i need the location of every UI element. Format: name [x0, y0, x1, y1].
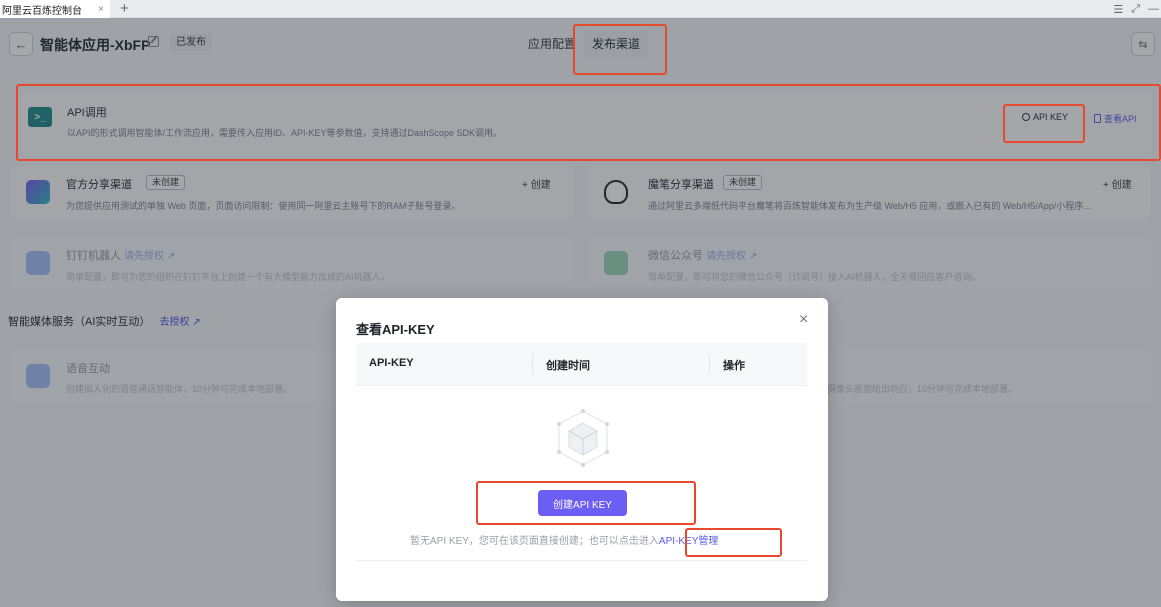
- expand-icon[interactable]: ⤢: [1131, 3, 1140, 16]
- column-header-api-key: API-KEY: [369, 357, 414, 369]
- browser-tab[interactable]: 阿里云百炼控制台 ×: [0, 0, 110, 18]
- tab-close-icon[interactable]: ×: [98, 4, 104, 15]
- modal-divider: [356, 560, 807, 561]
- modal-title: 查看API-KEY: [356, 322, 435, 337]
- empty-box-icon: [557, 409, 609, 467]
- new-tab-icon[interactable]: +: [120, 0, 129, 18]
- api-key-management-link[interactable]: API-KEY管理: [659, 536, 718, 547]
- column-header-created: 创建时间: [546, 360, 590, 372]
- create-api-key-button[interactable]: 创建API KEY: [538, 490, 627, 516]
- empty-state-text: 暂无API KEY，您可在该页面直接创建；也可以点击进入: [410, 536, 659, 547]
- column-divider: [709, 354, 710, 374]
- empty-state-note: 暂无API KEY，您可在该页面直接创建；也可以点击进入API-KEY管理: [410, 532, 718, 547]
- column-divider: [532, 354, 533, 374]
- browser-tab-bar: 阿里云百炼控制台 × + ☰ ⤢ —: [0, 0, 1161, 18]
- menu-icon[interactable]: ☰: [1113, 3, 1123, 16]
- api-key-modal: 查看API-KEY × API-KEY 创建时间 操作 创建API KEY 暂无…: [336, 298, 828, 601]
- window-controls: ☰ ⤢ —: [1113, 0, 1161, 18]
- table-header: API-KEY 创建时间 操作: [356, 343, 807, 386]
- column-header-actions: 操作: [723, 360, 745, 372]
- minimize-icon[interactable]: —: [1148, 3, 1159, 15]
- close-icon[interactable]: ×: [799, 311, 808, 329]
- browser-tab-title: 阿里云百炼控制台: [2, 5, 82, 17]
